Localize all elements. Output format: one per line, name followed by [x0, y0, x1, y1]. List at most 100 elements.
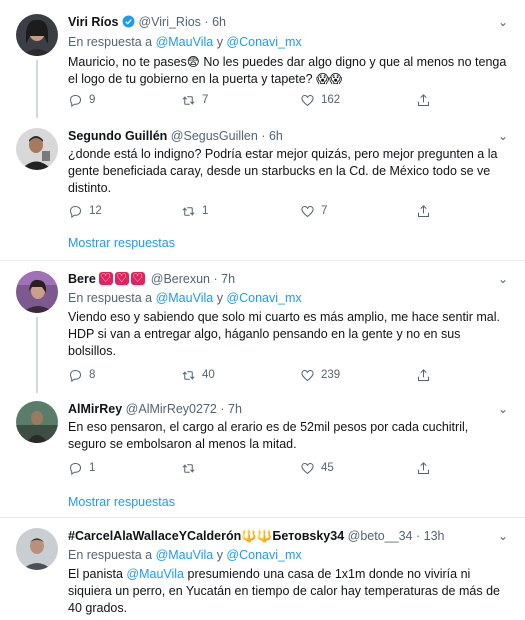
reply-button[interactable]: 12: [68, 202, 102, 220]
like-count: 239: [321, 369, 341, 381]
avatar[interactable]: [16, 401, 58, 443]
like-button[interactable]: 45: [300, 459, 334, 477]
mention-link[interactable]: @MauVila: [156, 291, 214, 305]
more-options-icon[interactable]: ⌄: [495, 271, 511, 287]
heart-icon: [301, 369, 314, 381]
retweet-button[interactable]: 40: [181, 366, 215, 384]
reply-button[interactable]: 8: [68, 366, 95, 384]
share-button[interactable]: [416, 91, 431, 109]
separator-dot: ·: [204, 15, 209, 29]
retweet-icon: [182, 95, 195, 105]
handle[interactable]: @Berexun: [151, 272, 210, 286]
replying-to: En respuesta a @MauVila y @Conavi_mx: [68, 290, 302, 306]
thread-line: [36, 317, 38, 393]
tweet-header: AlMirRey @AlMirRey0272 · 7h: [68, 401, 242, 417]
timestamp[interactable]: 13h: [424, 529, 445, 543]
avatar[interactable]: [16, 128, 58, 170]
heart-icon: [301, 94, 314, 106]
timestamp[interactable]: 6h: [212, 15, 226, 29]
avatar[interactable]: [16, 528, 58, 570]
timestamp[interactable]: 6h: [269, 129, 283, 143]
tweet-text: El panista @MauVila presumiendo una casa…: [68, 566, 508, 617]
separator-dot: ·: [261, 129, 266, 143]
mention-link[interactable]: @MauVila: [156, 35, 214, 49]
tweet-almirrey[interactable]: AlMirRey @AlMirRey0272 · 7h ⌄ En eso pen…: [0, 393, 525, 515]
mention-link[interactable]: @Conavi_mx: [226, 291, 301, 305]
tweet-viri-rios[interactable]: Viri Ríos @Viri_Rios · 6h ⌄ En respuesta…: [0, 0, 525, 118]
share-button[interactable]: [416, 459, 431, 477]
thread-line: [36, 60, 38, 118]
share-button[interactable]: [416, 366, 431, 384]
tweet-bere[interactable]: Bere @Berexun · 7h ⌄ En respuesta a @Mau…: [0, 261, 525, 393]
like-count: 45: [321, 462, 334, 474]
reply-button[interactable]: 1: [68, 459, 95, 477]
retweet-icon: [182, 206, 195, 216]
handle[interactable]: @AlMirRey0272: [126, 402, 217, 416]
heart-icon: [301, 462, 314, 474]
retweet-count: 7: [202, 94, 209, 106]
tweet-segundo-guillen[interactable]: Segundo Guillén @SegusGuillen · 6h ⌄ ¿do…: [0, 118, 525, 260]
retweet-count: 1: [202, 205, 209, 217]
like-button[interactable]: 162: [300, 91, 340, 109]
heart-emoji-icon: [99, 270, 114, 286]
separator-dot: ·: [213, 272, 218, 286]
reply-icon: [69, 369, 82, 382]
replying-to-conjunction: y: [216, 548, 223, 562]
more-options-icon[interactable]: ⌄: [495, 14, 511, 30]
mention-link[interactable]: @MauVila: [156, 548, 214, 562]
display-name[interactable]: Bere: [68, 272, 96, 286]
like-count: 7: [321, 205, 328, 217]
display-name[interactable]: #CarcelAlaWallaceYCalderón🔱🔱Бетовsky34: [68, 529, 344, 543]
avatar[interactable]: [16, 271, 58, 313]
reply-icon: [69, 462, 82, 475]
retweet-button[interactable]: 1: [181, 202, 208, 220]
show-replies-link[interactable]: Mostrar respuestas: [68, 236, 175, 250]
show-replies-link[interactable]: Mostrar respuestas: [68, 495, 175, 509]
handle[interactable]: @SegusGuillen: [171, 129, 258, 143]
mention-link[interactable]: @Conavi_mx: [226, 548, 301, 562]
tweet-text: ¿donde está lo indigno? Podría estar mej…: [68, 147, 498, 195]
tweet-actions: 9 7 162: [68, 91, 448, 109]
share-icon: [418, 461, 429, 474]
more-options-icon[interactable]: ⌄: [495, 401, 511, 417]
tweet-header: Viri Ríos @Viri_Rios · 6h: [68, 14, 226, 30]
like-button[interactable]: 239: [300, 366, 340, 384]
display-name[interactable]: Viri Ríos: [68, 15, 118, 29]
more-options-icon[interactable]: ⌄: [495, 128, 511, 144]
tweet-text: Viendo eso y sabiendo que solo mi cuarto…: [68, 310, 500, 358]
heart-emoji-icon: [115, 270, 130, 286]
tweet-text-start: El panista: [68, 567, 123, 581]
share-button[interactable]: [416, 202, 431, 220]
avatar[interactable]: [16, 14, 58, 56]
reply-feed: Viri Ríos @Viri_Rios · 6h ⌄ En respuesta…: [0, 0, 525, 620]
more-options-icon[interactable]: ⌄: [495, 528, 511, 544]
reply-button[interactable]: 9: [68, 91, 95, 109]
mention-link[interactable]: @MauVila: [126, 567, 184, 581]
replying-to-label: En respuesta a: [68, 35, 153, 49]
timestamp[interactable]: 7h: [221, 272, 235, 286]
retweet-icon: [182, 370, 195, 380]
tweet-header: Segundo Guillén @SegusGuillen · 6h: [68, 128, 283, 144]
retweet-count: 40: [202, 369, 215, 381]
tweet-beto34[interactable]: #CarcelAlaWallaceYCalderón🔱🔱Бетовsky34 @…: [0, 518, 525, 620]
replying-to-label: En respuesta a: [68, 548, 153, 562]
handle[interactable]: @beto__34: [348, 529, 413, 543]
timestamp[interactable]: 7h: [228, 402, 242, 416]
display-name[interactable]: Segundo Guillén: [68, 129, 167, 143]
heart-icon: [301, 205, 314, 217]
like-button[interactable]: 7: [300, 202, 327, 220]
tweet-actions: 8 40 239: [68, 366, 448, 384]
retweet-button[interactable]: [181, 459, 202, 477]
reply-icon: [69, 94, 82, 107]
mention-link[interactable]: @Conavi_mx: [226, 35, 301, 49]
handle[interactable]: @Viri_Rios: [138, 15, 200, 29]
tweet-text: Mauricio, no te pases😨 No les puedes dar…: [68, 55, 507, 86]
separator-dot: ·: [415, 529, 421, 543]
replying-to-conjunction: y: [216, 35, 223, 49]
retweet-button[interactable]: 7: [181, 91, 208, 109]
replying-to-conjunction: y: [216, 291, 223, 305]
display-name[interactable]: AlMirRey: [68, 402, 122, 416]
retweet-icon: [182, 463, 195, 473]
reply-count: 1: [89, 462, 96, 474]
replying-to-label: En respuesta a: [68, 291, 153, 305]
